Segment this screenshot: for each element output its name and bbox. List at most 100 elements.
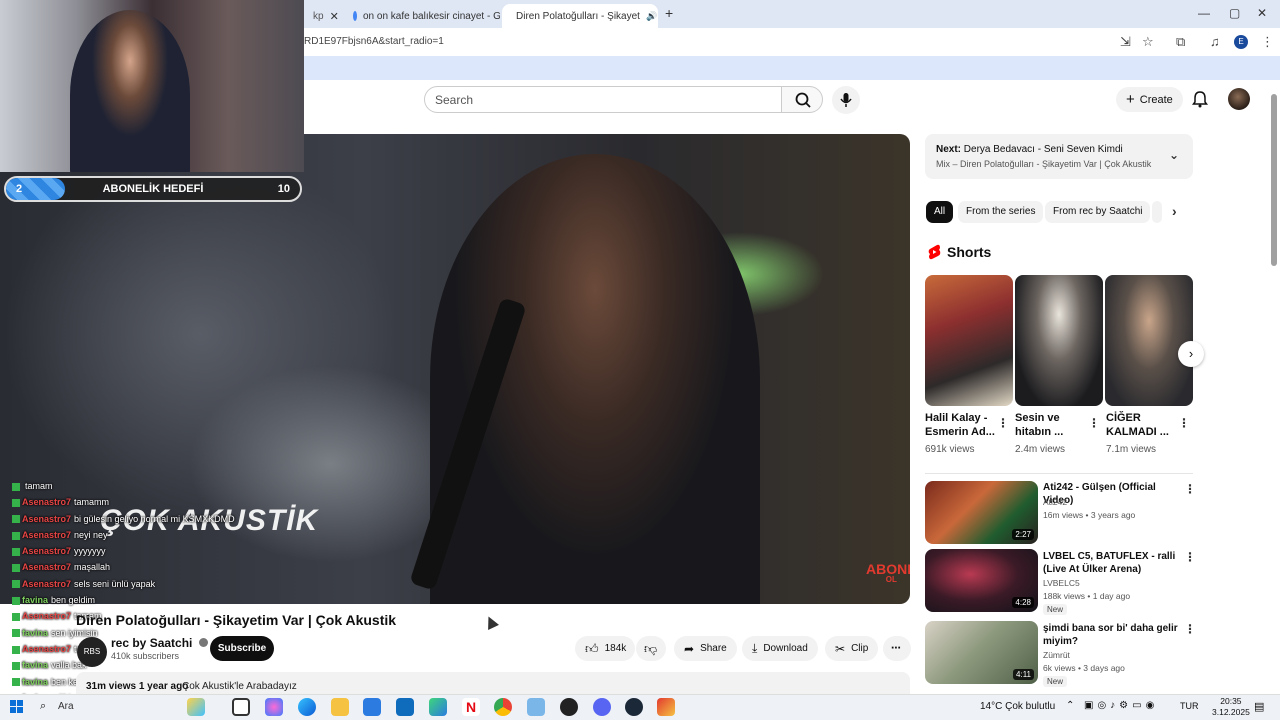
short-views: 691k views xyxy=(925,444,975,455)
discord-icon[interactable] xyxy=(593,698,611,716)
more-vertical-icon[interactable]: ⋮ xyxy=(1184,482,1196,496)
more-actions-button[interactable]: ⋯ xyxy=(883,636,911,661)
task-view-icon[interactable] xyxy=(232,698,250,716)
minimize-button[interactable]: — xyxy=(1198,6,1210,20)
chat-message: Asenastro7 maşallah xyxy=(12,559,312,575)
chip-from-channel[interactable]: From rec by Saatchi xyxy=(1045,201,1151,223)
channel-name[interactable]: rec by Saatchi xyxy=(111,636,208,650)
duration-badge: 4:11 xyxy=(1013,669,1034,680)
rec-channel[interactable]: LVBELC5 xyxy=(1043,578,1080,588)
profile-avatar[interactable]: E xyxy=(1234,35,1248,49)
tray-overflow-icon[interactable]: ⌃ xyxy=(1066,700,1074,711)
media-control-icon[interactable]: ♫ xyxy=(1210,34,1220,49)
short-thumbnail[interactable] xyxy=(925,275,1013,406)
chrome-icon[interactable] xyxy=(494,698,512,716)
new-tab-button[interactable]: + xyxy=(665,5,673,21)
clock[interactable]: 20:35 3.12.2025 xyxy=(1212,696,1250,718)
more-vertical-icon[interactable]: ⋮ xyxy=(1184,622,1196,636)
copilot-icon[interactable] xyxy=(187,698,205,716)
chip-from-series[interactable]: From the series xyxy=(958,201,1044,223)
app-icon[interactable] xyxy=(527,698,545,716)
rec-thumbnail[interactable]: 4:11 xyxy=(925,621,1038,684)
verified-icon xyxy=(198,638,208,647)
speaker-icon[interactable]: 🔊 xyxy=(646,11,657,22)
app-icon[interactable] xyxy=(657,698,675,716)
url-field[interactable]: RD1E97Fbjsn6A&start_radio=1 xyxy=(304,36,444,47)
more-vertical-icon[interactable]: ⋮ xyxy=(1184,550,1196,564)
chevron-right-icon[interactable]: › xyxy=(1172,203,1177,219)
weather-widget[interactable]: 14°C Çok bulutlu xyxy=(980,701,1055,712)
scrollbar-thumb[interactable] xyxy=(1271,94,1277,266)
chevron-down-icon[interactable]: ⌄ xyxy=(1169,148,1179,162)
rec-title[interactable]: şimdi bana sor bi' daha gelir miyim? xyxy=(1043,622,1181,648)
subscribe-button[interactable]: Subscribe xyxy=(210,636,274,661)
extensions-icon[interactable]: ⧉ xyxy=(1176,34,1185,50)
chat-username: Asenastro7 xyxy=(22,611,72,622)
shorts-icon xyxy=(928,244,941,260)
short-title[interactable]: Sesin ve hitabın ... xyxy=(1015,411,1093,439)
kick-badge-icon xyxy=(12,515,20,524)
search-icon xyxy=(795,92,811,108)
app-icon[interactable] xyxy=(429,698,447,716)
short-thumbnail[interactable] xyxy=(1105,275,1193,406)
share-button[interactable]: ➦ Share xyxy=(674,636,737,661)
search-icon[interactable]: ⌕ xyxy=(40,700,46,713)
channel-avatar[interactable]: RBS xyxy=(77,637,107,667)
copilot-app-icon[interactable] xyxy=(265,698,283,716)
maximize-button[interactable]: ▢ xyxy=(1229,6,1240,20)
bookmark-star-icon[interactable]: ☆ xyxy=(1142,34,1154,50)
voice-search-button[interactable] xyxy=(832,86,860,114)
shorts-next-button[interactable]: › xyxy=(1178,341,1204,367)
like-button[interactable]: 👍︎ 184k xyxy=(575,636,635,661)
install-icon[interactable]: ⇲ xyxy=(1120,34,1131,50)
up-next-card[interactable] xyxy=(925,134,1193,179)
store-icon[interactable] xyxy=(363,698,381,716)
more-vertical-icon[interactable]: ⋮ xyxy=(1088,416,1100,430)
windows-start-icon[interactable] xyxy=(10,700,23,713)
download-button[interactable]: ⤓ Download xyxy=(742,636,818,661)
language-indicator[interactable]: TUR xyxy=(1180,701,1199,711)
outlook-icon[interactable] xyxy=(396,698,414,716)
notification-center-icon[interactable]: ▤ xyxy=(1254,700,1264,713)
taskbar-search[interactable]: Ara xyxy=(58,701,74,712)
more-vertical-icon[interactable]: ⋮ xyxy=(1178,416,1190,430)
view-count: 31m views xyxy=(86,681,137,692)
file-explorer-icon[interactable] xyxy=(331,698,349,716)
create-button[interactable]: + Create xyxy=(1116,87,1183,112)
steam-icon[interactable] xyxy=(625,698,643,716)
short-thumbnail[interactable] xyxy=(1015,275,1103,406)
chat-message: Asenastro7 sels seni ünlü yapak xyxy=(12,576,312,592)
tab-youtube-video[interactable]: Diren Polatoğulları - Şikayet 🔊 ✕ xyxy=(502,4,658,28)
more-vertical-icon[interactable]: ⋮ xyxy=(997,416,1009,430)
close-window-button[interactable]: ✕ xyxy=(1257,6,1267,20)
rec-channel[interactable]: Zümrüt xyxy=(1043,650,1070,660)
browser-menu-icon[interactable]: ⋮ xyxy=(1261,34,1274,50)
dislike-button[interactable]: 👎︎ xyxy=(636,636,666,661)
search-button[interactable] xyxy=(781,86,823,113)
tab-google-search[interactable]: on on kafe balıkesir cinayet - G ✕ xyxy=(345,4,500,28)
clip-button[interactable]: ✂ Clip xyxy=(825,636,879,661)
rec-thumbnail[interactable]: 4:28 xyxy=(925,549,1038,612)
rec-thumbnail[interactable]: 2:27 xyxy=(925,481,1038,544)
obs-icon[interactable] xyxy=(560,698,578,716)
search-input[interactable]: Search xyxy=(424,86,782,113)
account-avatar[interactable] xyxy=(1228,88,1250,110)
short-title[interactable]: Halil Kalay - Esmerin Ad... xyxy=(925,411,1003,439)
edge-icon[interactable] xyxy=(298,698,316,716)
chat-message: Asenastro7 tamamm xyxy=(12,494,312,510)
chip-all[interactable]: All xyxy=(926,201,954,223)
chat-username: Asenastro7 xyxy=(22,546,72,557)
tab-partial[interactable]: kp ✕ xyxy=(305,4,343,28)
short-title[interactable]: CİĞER KALMADI ... xyxy=(1106,411,1184,439)
system-tray-icons[interactable]: ▣◎♪⚙▭◉ xyxy=(1084,700,1158,711)
subscribe-watermark[interactable]: ABONE OL xyxy=(866,562,910,584)
chat-username: Asenastro7 xyxy=(22,643,72,654)
rec-title[interactable]: LVBEL C5, BATUFLEX - ralli (Live At Ülke… xyxy=(1043,550,1181,576)
close-icon[interactable]: ✕ xyxy=(330,10,339,23)
kick-badge-icon xyxy=(12,629,20,638)
notifications-bell-icon[interactable] xyxy=(1190,89,1210,109)
rec-channel[interactable]: Ati242 xyxy=(1043,497,1067,507)
up-next-title: Next: Derya Bedavacı - Seni Seven Kimdi xyxy=(936,144,1123,155)
netflix-icon[interactable]: N xyxy=(462,698,480,716)
clock-date: 3.12.2025 xyxy=(1212,707,1250,717)
